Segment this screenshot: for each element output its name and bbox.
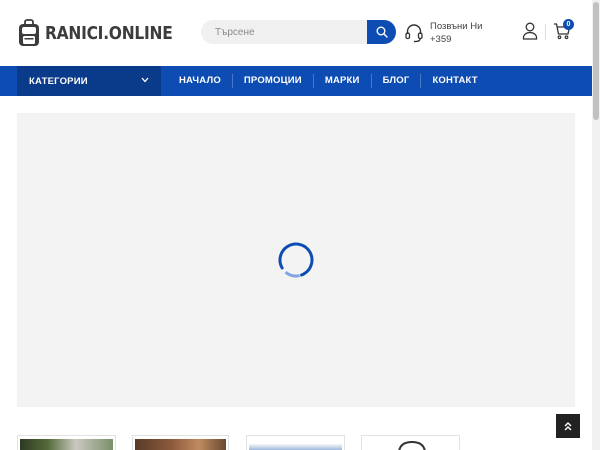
nav-menu: НАЧАЛО ПРОМОЦИИ МАРКИ БЛОГ КОНТАКТ bbox=[168, 66, 489, 96]
nav-item-blog[interactable]: БЛОГ bbox=[370, 74, 421, 88]
product-strip bbox=[0, 435, 592, 450]
logo[interactable]: RANICI.ONLINE bbox=[17, 18, 193, 48]
product-image bbox=[135, 439, 226, 450]
cart-count-badge: 0 bbox=[563, 19, 574, 30]
call-number: +359 bbox=[430, 34, 452, 45]
chevron-double-up-icon bbox=[564, 422, 572, 431]
search-input[interactable] bbox=[201, 20, 367, 44]
categories-dropdown[interactable]: КАТЕГОРИИ bbox=[17, 66, 161, 96]
nav-item-promotions[interactable]: ПРОМОЦИИ bbox=[231, 74, 313, 88]
chevron-down-icon bbox=[141, 77, 149, 83]
backpack-icon bbox=[19, 19, 39, 46]
spinner-icon bbox=[278, 242, 314, 278]
product-thumb[interactable] bbox=[132, 435, 229, 450]
product-thumb[interactable] bbox=[17, 435, 116, 450]
product-thumb[interactable] bbox=[246, 435, 345, 450]
search-icon bbox=[376, 26, 388, 38]
product-image bbox=[364, 439, 457, 450]
headset-icon bbox=[405, 24, 423, 43]
scrollbar-thumb[interactable] bbox=[593, 2, 599, 120]
search-bar bbox=[201, 20, 396, 44]
call-text: Позвъни Ни +359 bbox=[430, 20, 482, 46]
logo-text: RANICI.ONLINE bbox=[45, 22, 173, 44]
call-us[interactable]: Позвъни Ни +359 bbox=[405, 20, 482, 46]
nav-item-home[interactable]: НАЧАЛО bbox=[168, 74, 232, 88]
page-scrollbar[interactable] bbox=[592, 0, 600, 450]
categories-label: КАТЕГОРИИ bbox=[29, 75, 88, 87]
search-button[interactable] bbox=[367, 20, 396, 44]
call-label: Позвъни Ни bbox=[430, 21, 483, 32]
main-navbar: КАТЕГОРИИ НАЧАЛО ПРОМОЦИИ МАРКИ БЛОГ КОН… bbox=[0, 66, 592, 96]
nav-item-brands[interactable]: МАРКИ bbox=[312, 74, 371, 88]
product-bag-outline bbox=[398, 440, 426, 450]
user-icon[interactable] bbox=[522, 22, 538, 40]
product-thumb[interactable] bbox=[361, 435, 460, 450]
header-divider bbox=[545, 24, 546, 40]
product-image bbox=[249, 439, 342, 450]
scroll-to-top-button[interactable] bbox=[556, 414, 580, 438]
site-header: RANICI.ONLINE Позвъни Ни +359 bbox=[0, 0, 592, 66]
product-image bbox=[20, 439, 113, 450]
nav-item-contact[interactable]: КОНТАКТ bbox=[420, 74, 488, 88]
